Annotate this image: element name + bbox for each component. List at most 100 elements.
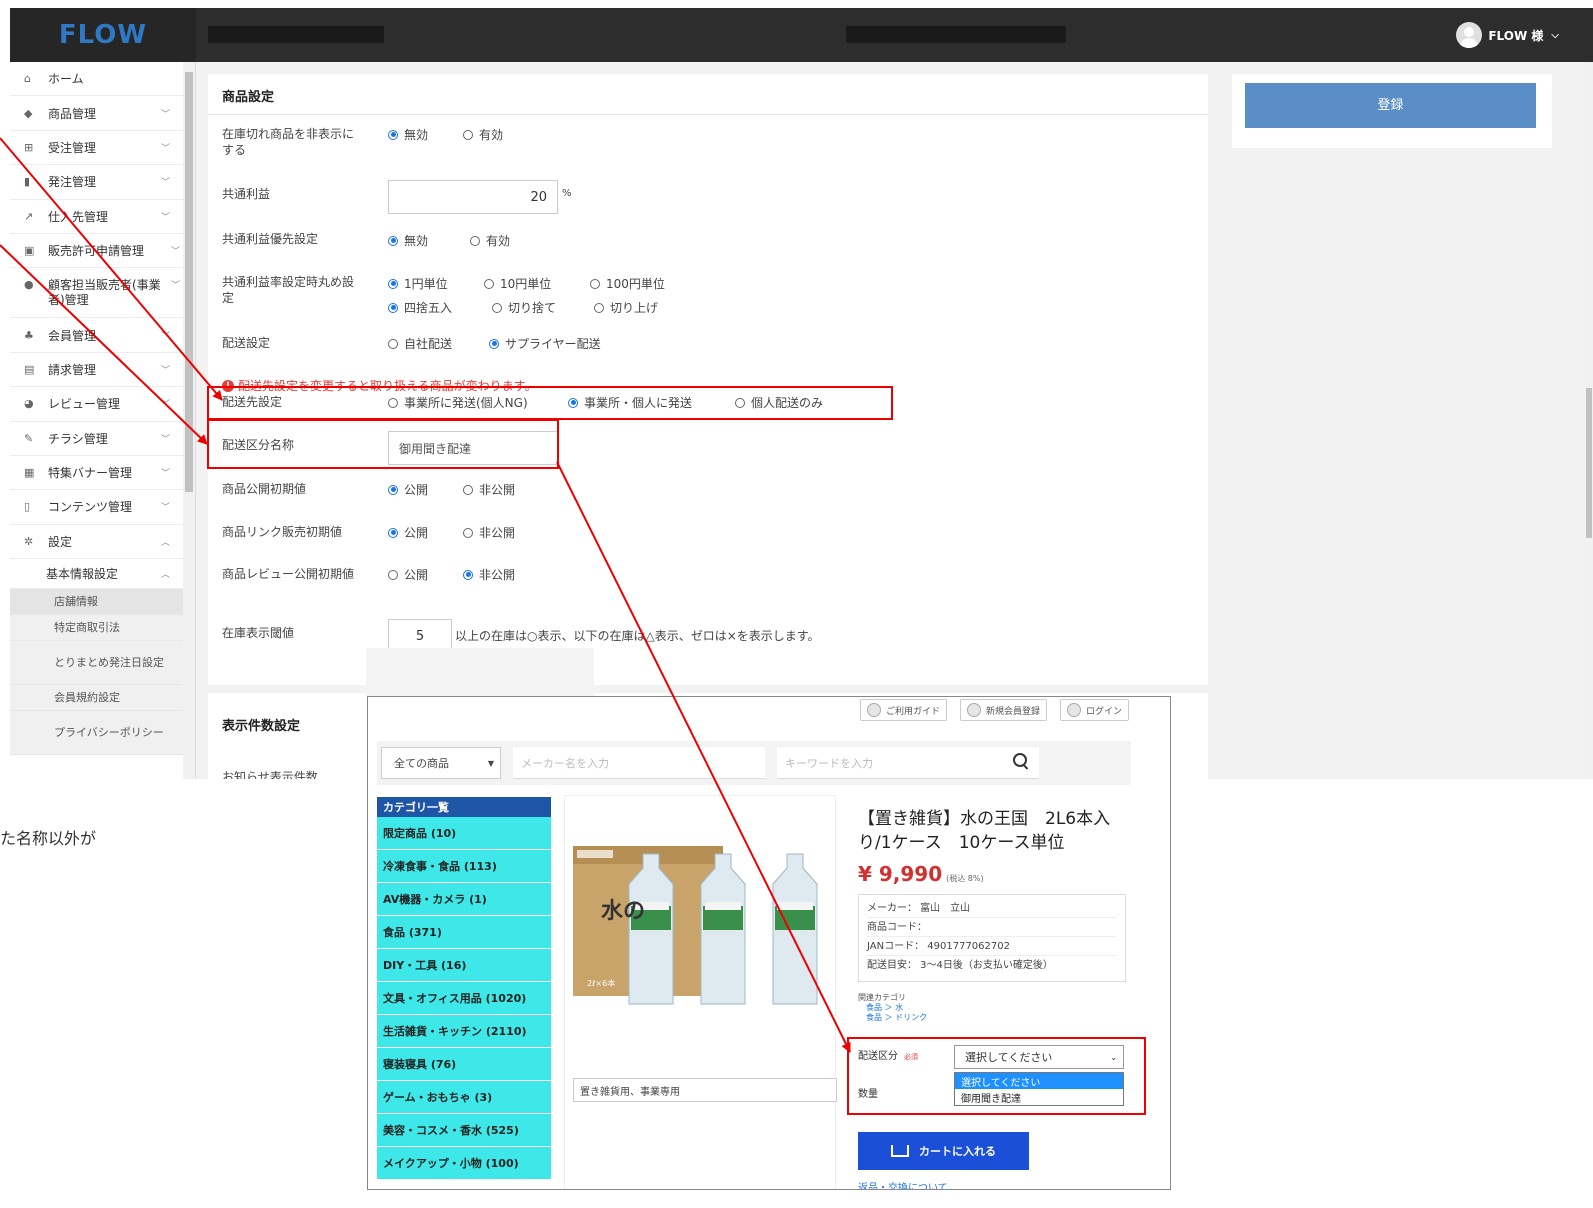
radio-option[interactable]: 切り捨て xyxy=(492,299,556,316)
sidebar-item-members[interactable]: ♣ 会員管理 ﹀ xyxy=(10,318,184,353)
add-to-cart-button[interactable]: カートに入れる xyxy=(858,1132,1029,1170)
return-policy-link[interactable]: 返品・交換について xyxy=(858,1179,948,1189)
sidebar-subitem-privacy[interactable]: プライバシーポリシー xyxy=(10,711,184,756)
radio-option[interactable]: 非公開 xyxy=(463,481,515,498)
radio-button[interactable] xyxy=(568,397,578,408)
radio-button[interactable] xyxy=(388,235,398,246)
radio-option[interactable]: 無効 xyxy=(388,126,428,143)
radio-option[interactable]: 有効 xyxy=(470,232,510,249)
radio-button[interactable] xyxy=(463,569,473,580)
category-item[interactable]: 冷凍食事・食品 (113) xyxy=(377,850,551,883)
user-menu[interactable]: FLOW 様 ⌵ xyxy=(1456,22,1559,48)
category-select[interactable]: 全ての商品 ▼ xyxy=(381,747,501,779)
logo[interactable]: FLOW xyxy=(10,8,196,62)
sidebar-subitem-tokusho[interactable]: 特定商取引法 xyxy=(10,615,184,642)
register-button[interactable]: 登録 xyxy=(1245,83,1536,128)
category-item[interactable]: DIY・工具 (16) xyxy=(377,949,551,982)
field-label: 配送区分名称 xyxy=(222,438,295,452)
sidebar-item-products[interactable]: ◆ 商品管理 ﹀ xyxy=(10,96,184,131)
category-item[interactable]: ゲーム・おもちゃ (3) xyxy=(377,1081,551,1114)
product-caption-field[interactable]: 置き雑貨用、事業専用 xyxy=(573,1078,837,1102)
category-item[interactable]: AV機器・カメラ (1) xyxy=(377,883,551,916)
radio-button[interactable] xyxy=(484,278,494,289)
radio-button[interactable] xyxy=(388,397,398,408)
radio-button[interactable] xyxy=(492,302,502,313)
category-item[interactable]: 寝装寝具 (76) xyxy=(377,1048,551,1081)
radio-option[interactable]: 事業所に発送(個人NG) xyxy=(388,394,528,411)
sidebar-scrollbar[interactable] xyxy=(183,62,195,779)
sidebar-item-sellers[interactable]: ● 顧客担当販売者(事業者)管理 ﹀ xyxy=(10,268,184,319)
related-link[interactable]: 食品 ＞ 水 xyxy=(858,1003,927,1013)
sidebar-item-billing[interactable]: ▤ 請求管理 ﹀ xyxy=(10,353,184,388)
radio-button[interactable] xyxy=(594,302,604,313)
related-link[interactable]: 食品 ＞ ドリンク xyxy=(858,1013,927,1023)
sidebar-subitem-terms[interactable]: 会員規約設定 xyxy=(10,685,184,712)
guide-link[interactable]: ご利用ガイド xyxy=(860,699,948,721)
division-name-input[interactable]: 御用聞き配達 xyxy=(388,431,558,465)
radio-button[interactable] xyxy=(388,338,398,349)
radio-button[interactable] xyxy=(590,278,600,289)
category-item[interactable]: 限定商品 (10) xyxy=(377,817,551,850)
search-icon[interactable] xyxy=(1013,753,1029,769)
sidebar-item-sales-permit[interactable]: ▣ 販売許可申請管理 ﹀ xyxy=(10,234,184,269)
radio-button[interactable] xyxy=(489,338,499,349)
radio-option[interactable]: 個人配送のみ xyxy=(735,394,823,411)
sidebar-item-purchase[interactable]: ▮ 発注管理 ﹀ xyxy=(10,165,184,200)
main-scrollbar[interactable] xyxy=(1585,62,1593,779)
category-item[interactable]: 美容・コスメ・香水 (525) xyxy=(377,1114,551,1147)
profit-input[interactable]: 20 xyxy=(388,180,558,214)
division-select[interactable]: 選択してください ⌄ xyxy=(954,1045,1124,1069)
radio-option[interactable]: 1円単位 xyxy=(388,275,448,292)
scrollbar-thumb[interactable] xyxy=(1586,388,1592,538)
sidebar-item-suppliers[interactable]: ↗ 仕入先管理 ﹀ xyxy=(10,200,184,234)
maker-input[interactable]: メーカー名を入力 xyxy=(513,747,765,779)
sidebar-item-reviews[interactable]: ◕ レビュー管理 ﹀ xyxy=(10,387,184,422)
radio-option[interactable]: 公開 xyxy=(388,481,428,498)
dropdown-option[interactable]: 御用聞き配達 xyxy=(955,1089,1123,1105)
radio-option[interactable]: 100円単位 xyxy=(590,275,665,292)
radio-button[interactable] xyxy=(388,484,398,495)
radio-button[interactable] xyxy=(463,527,473,538)
category-item[interactable]: 食品 (371) xyxy=(377,916,551,949)
signup-link[interactable]: 新規会員登録 xyxy=(960,699,1048,721)
sidebar-item-contents[interactable]: ▯ コンテンツ管理 ﹀ xyxy=(10,490,184,525)
radio-button[interactable] xyxy=(388,527,398,538)
radio-button[interactable] xyxy=(463,484,473,495)
sidebar-item-orders[interactable]: ⊞ 受注管理 ﹀ xyxy=(10,131,184,166)
radio-option[interactable]: 非公開 xyxy=(463,524,515,541)
login-link[interactable]: ログイン xyxy=(1060,699,1130,721)
sidebar-subitem-order-day[interactable]: とりまとめ発注日設定 xyxy=(10,641,184,686)
radio-option[interactable]: 公開 xyxy=(388,566,428,583)
scrollbar-thumb[interactable] xyxy=(185,72,193,492)
redacted-block xyxy=(846,26,1066,43)
radio-option[interactable]: 公開 xyxy=(388,524,428,541)
sidebar-item-settings[interactable]: ✲ 設定 ︿ xyxy=(10,525,184,560)
keyword-input[interactable]: キーワードを入力 xyxy=(777,747,1039,779)
category-item[interactable]: 文具・オフィス用品 (1020) xyxy=(377,982,551,1015)
field-label: 在庫表示閾値 xyxy=(222,626,295,640)
radio-button[interactable] xyxy=(463,129,473,140)
radio-button[interactable] xyxy=(470,235,480,246)
radio-option[interactable]: 四捨五入 xyxy=(388,299,452,316)
sidebar-subitem-store-info[interactable]: 店舗情報 xyxy=(10,589,184,616)
radio-button[interactable] xyxy=(388,129,398,140)
radio-option[interactable]: サプライヤー配送 xyxy=(489,335,601,352)
sidebar-item-banners[interactable]: ▦ 特集バナー管理 ﹀ xyxy=(10,456,184,491)
sidebar-item-basic-info[interactable]: 基本情報設定 ︿ xyxy=(10,559,184,590)
radio-option[interactable]: 自社配送 xyxy=(388,335,452,352)
sidebar-item-flyers[interactable]: ✎ チラシ管理 ﹀ xyxy=(10,422,184,456)
radio-button[interactable] xyxy=(388,278,398,289)
dropdown-option[interactable]: 選択してください xyxy=(955,1073,1123,1089)
radio-option[interactable]: 非公開 xyxy=(463,566,515,583)
radio-button[interactable] xyxy=(735,397,745,408)
radio-button[interactable] xyxy=(388,569,398,580)
radio-option[interactable]: 有効 xyxy=(463,126,503,143)
radio-option[interactable]: 10円単位 xyxy=(484,275,551,292)
radio-option[interactable]: 無効 xyxy=(388,232,428,249)
category-item[interactable]: メイクアップ・小物 (100) xyxy=(377,1147,551,1180)
radio-option[interactable]: 事業所・個人に発送 xyxy=(568,394,692,411)
radio-option[interactable]: 切り上げ xyxy=(594,299,658,316)
sidebar-item-home[interactable]: ⌂ ホーム xyxy=(10,62,184,97)
radio-button[interactable] xyxy=(388,302,398,313)
category-item[interactable]: 生活雑貨・キッチン (2110) xyxy=(377,1015,551,1048)
